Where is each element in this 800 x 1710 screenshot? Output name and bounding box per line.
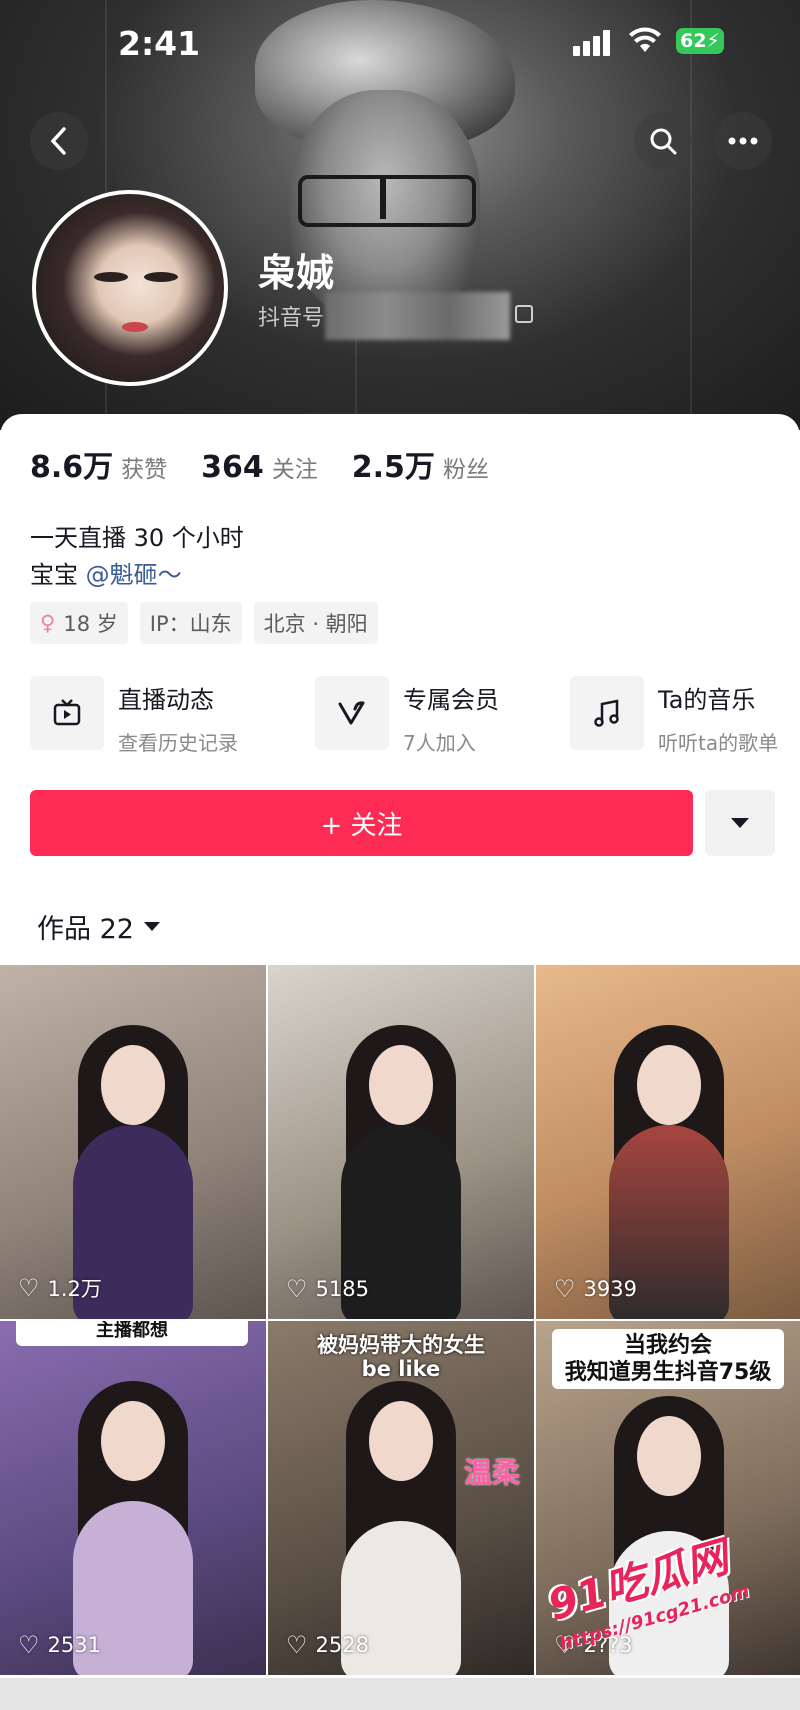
bio-prefix: 宝宝 — [30, 561, 78, 589]
video-thumbnail[interactable]: 主播都想 ♡ 2531 — [0, 1321, 266, 1675]
video-thumbnail[interactable]: ♡ 5185 — [268, 965, 534, 1319]
bio-mention-link[interactable]: @魁砸～ — [86, 561, 182, 589]
video-thumbnail[interactable]: ♡ 1.2万 — [0, 965, 266, 1319]
feature-subtitle: 查看历史记录 — [118, 731, 238, 755]
search-button[interactable] — [634, 112, 692, 170]
redacted-douyin-id — [325, 292, 510, 340]
heart-icon: ♡ — [18, 1631, 40, 1659]
video-caption-line2: be like — [361, 1357, 441, 1381]
heart-icon: ♡ — [286, 1275, 308, 1303]
search-icon — [650, 128, 677, 155]
video-caption: 当我约会 我知道男生抖音75级 — [552, 1329, 784, 1389]
chevron-left-icon — [50, 127, 66, 155]
profile-stats: 8.6万 获赞 364 关注 2.5万 粉丝 — [30, 442, 523, 486]
female-icon: ♀ — [40, 611, 56, 635]
video-caption: 主播都想 — [16, 1321, 248, 1346]
feature-live-history[interactable]: 直播动态 查看历史记录 — [30, 676, 238, 756]
following-label[interactable]: 关注 — [272, 450, 318, 484]
feature-music[interactable]: Ta的音乐 听听ta的歌单 — [570, 676, 778, 756]
feature-title: Ta的音乐 — [658, 686, 756, 714]
feature-shortcuts: 直播动态 查看历史记录 专属会员 7人加入 Ta的音乐 听听ta的歌单 — [30, 676, 800, 755]
more-dots-icon — [728, 137, 758, 145]
cellular-signal-icon — [573, 30, 613, 56]
location-tag: 北京 · 朝阳 — [253, 602, 378, 644]
heart-icon: ♡ — [18, 1274, 40, 1302]
status-bar: 2:41 62⚡ — [0, 0, 800, 86]
bio-line-1: 一天直播 30 个小时 — [30, 524, 244, 552]
background-photo-glasses — [298, 175, 476, 227]
chevron-down-icon — [143, 922, 160, 931]
ip-tag: IP：山东 — [139, 602, 242, 644]
like-count: ♡ 5185 — [286, 1275, 369, 1303]
followers-count[interactable]: 2.5万 — [352, 442, 435, 486]
feature-subtitle: 7人加入 — [403, 731, 476, 755]
video-thumbnail[interactable]: ♡ 3939 — [536, 965, 800, 1319]
v-membership-icon — [315, 676, 389, 750]
feature-title: 直播动态 — [118, 686, 214, 714]
like-count: ♡ 3939 — [554, 1275, 637, 1303]
tab-works[interactable]: 作品 22 — [37, 907, 160, 946]
douyin-id-label: 抖音号 — [258, 306, 325, 331]
heart-icon: ♡ — [554, 1275, 576, 1303]
video-caption: 被妈妈带大的女生 — [317, 1333, 485, 1357]
avatar[interactable] — [32, 190, 228, 386]
status-time: 2:41 — [118, 24, 201, 63]
works-grid-next-row — [0, 1678, 800, 1710]
copy-icon[interactable] — [515, 305, 533, 323]
more-options-button[interactable] — [714, 112, 772, 170]
like-count: ♡ 1.2万 — [18, 1274, 102, 1302]
video-thumbnail[interactable]: 被妈妈带大的女生 be like 温柔 ♡ 2528 — [268, 1321, 534, 1675]
followers-label[interactable]: 粉丝 — [443, 450, 489, 484]
age-tag: ♀ 18 岁 — [30, 602, 128, 644]
heart-icon: ♡ — [286, 1631, 308, 1659]
tv-icon — [30, 676, 104, 750]
following-count[interactable]: 364 — [201, 450, 264, 485]
battery-indicator: 62⚡ — [676, 28, 724, 54]
profile-name: 枭娍 — [258, 251, 335, 295]
likes-label: 获赞 — [121, 457, 168, 483]
music-note-icon — [570, 676, 644, 750]
bio-line-2: 宝宝 @魁砸～ — [30, 555, 182, 590]
like-count: ♡ 2528 — [286, 1631, 369, 1659]
wifi-icon — [628, 26, 662, 61]
feature-title: 专属会员 — [403, 686, 499, 714]
feature-membership[interactable]: 专属会员 7人加入 — [315, 676, 499, 756]
profile-tags: ♀ 18 岁 IP：山东 北京 · 朝阳 — [30, 602, 378, 644]
feature-subtitle: 听听ta的歌单 — [658, 731, 779, 755]
likes-count: 8.6万 — [30, 450, 114, 485]
recommend-dropdown-button[interactable] — [705, 790, 775, 856]
follow-button[interactable]: + 关注 — [30, 790, 693, 856]
back-button[interactable] — [30, 112, 88, 170]
chevron-down-icon — [731, 818, 749, 828]
video-overlay-text: 温柔 — [463, 1456, 520, 1489]
like-count: ♡ 2531 — [18, 1631, 101, 1659]
